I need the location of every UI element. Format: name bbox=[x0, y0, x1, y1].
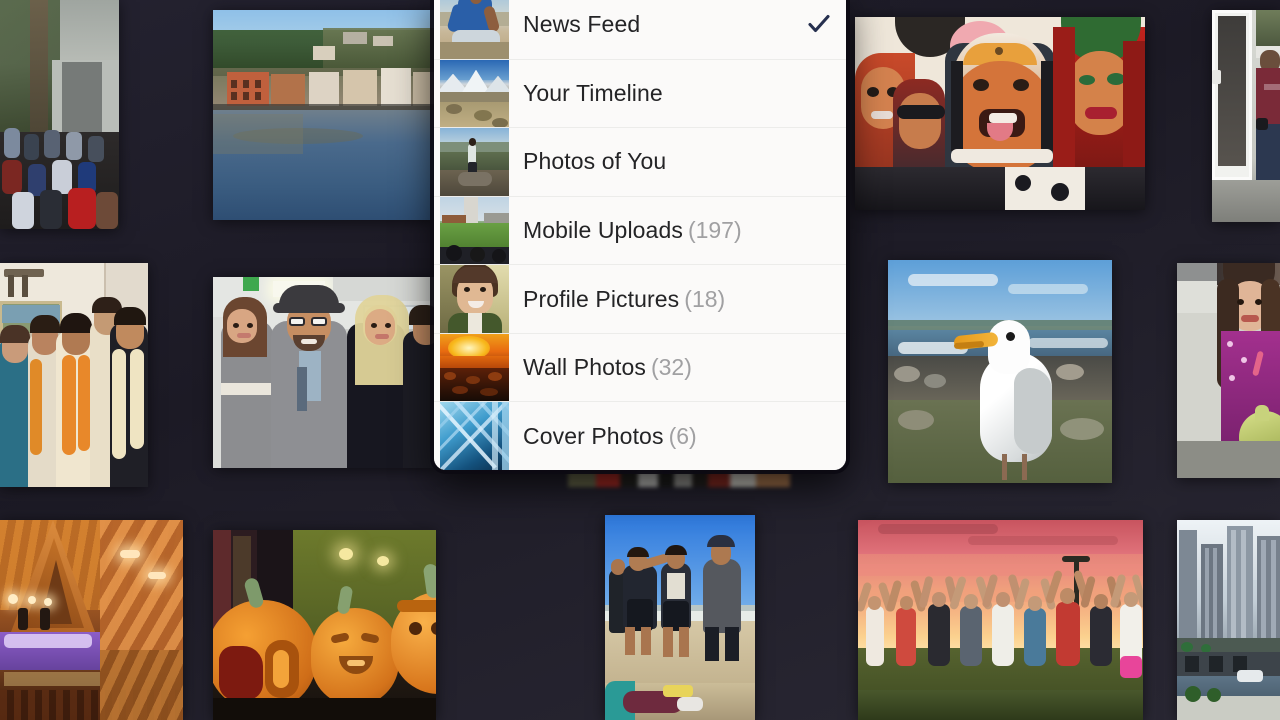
menu-item-count: (197) bbox=[687, 217, 742, 243]
thumbnail-orange-fire-sunset bbox=[440, 333, 509, 402]
menu-item-label: Profile Pictures bbox=[523, 285, 680, 312]
thumbnail-man-sitting-blue-shirt bbox=[440, 0, 509, 59]
menu-item-photos-of-you[interactable]: Photos of You bbox=[434, 127, 846, 196]
menu-item-profile-pictures[interactable]: Profile Pictures (18) bbox=[434, 264, 846, 333]
menu-item-news-feed[interactable]: News Feed bbox=[434, 0, 846, 59]
photo-indian-wedding-group[interactable] bbox=[0, 263, 148, 487]
menu-item-label: Cover Photos bbox=[523, 422, 664, 449]
thumbnail-blue-glass-building bbox=[440, 402, 509, 470]
menu-item-wall-photos[interactable]: Wall Photos (32) bbox=[434, 332, 846, 402]
app-window: News Feed Your Timeline Photos of You Mo… bbox=[0, 0, 1280, 720]
photo-halloween-costume-selfie[interactable] bbox=[855, 17, 1145, 210]
photo-beach-friends[interactable] bbox=[605, 515, 755, 720]
photo-woman-with-coconut[interactable] bbox=[1177, 263, 1280, 478]
menu-item-count: (18) bbox=[684, 285, 726, 312]
menu-item-label: Mobile Uploads bbox=[523, 217, 683, 243]
photo-seagull-on-shore[interactable] bbox=[888, 260, 1112, 483]
photo-carved-pumpkins[interactable] bbox=[213, 530, 436, 720]
menu-item-cover-photos[interactable]: Cover Photos (6) bbox=[434, 401, 846, 470]
menu-item-your-timeline[interactable]: Your Timeline bbox=[434, 58, 846, 128]
photo-sunset-group-jumping[interactable] bbox=[858, 520, 1143, 720]
menu-item-mobile-uploads[interactable]: Mobile Uploads (197) bbox=[434, 195, 846, 265]
photo-concert-hall-interior[interactable] bbox=[0, 520, 183, 720]
thumbnail-snowy-mountain-range bbox=[440, 59, 509, 128]
thumbnail-smiling-man-green-jacket bbox=[440, 265, 509, 333]
thumbnail-stadium-green-field bbox=[440, 196, 509, 265]
photo-city-skyline-river[interactable] bbox=[1177, 520, 1280, 720]
menu-item-count: (6) bbox=[668, 422, 697, 449]
check-icon bbox=[808, 13, 830, 35]
menu-item-count: (32) bbox=[650, 354, 692, 381]
menu-item-label: Wall Photos bbox=[523, 354, 646, 381]
thumbnail-hiker-on-cliff bbox=[440, 128, 509, 196]
menu-item-label: Photos of You bbox=[523, 148, 667, 175]
menu-item-label: Your Timeline bbox=[523, 79, 663, 106]
photo-group-photo-outdoor-tree[interactable] bbox=[0, 0, 119, 229]
photo-office-party-group[interactable] bbox=[213, 277, 436, 468]
album-selector-menu[interactable]: News Feed Your Timeline Photos of You Mo… bbox=[434, 0, 846, 470]
photo-coastal-harbor-village[interactable] bbox=[213, 10, 436, 220]
blurred-photo-strip bbox=[568, 471, 790, 487]
photo-man-in-doorway[interactable] bbox=[1212, 10, 1280, 222]
menu-item-label: News Feed bbox=[523, 10, 641, 37]
